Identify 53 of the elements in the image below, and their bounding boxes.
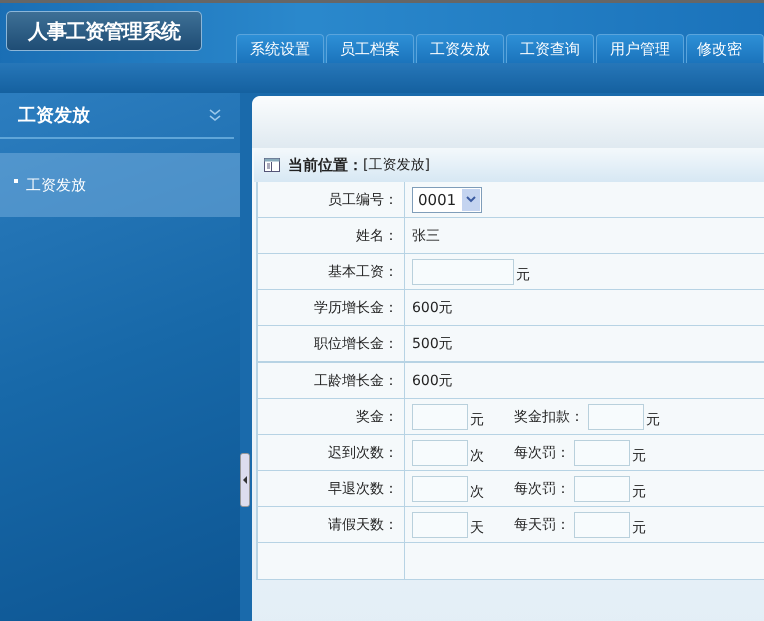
breadcrumb-label: 当前位置： xyxy=(288,156,363,174)
field-label: 每次罚： xyxy=(514,444,570,462)
nav-tab[interactable]: 工资发放 xyxy=(416,34,504,63)
field-value: 张三 xyxy=(412,226,440,244)
field-label: 员工编号： xyxy=(258,182,405,217)
employee-select[interactable]: 0001 xyxy=(412,186,482,212)
input-field[interactable] xyxy=(412,440,468,466)
field-label: 姓名： xyxy=(258,218,405,253)
unit-label: 天 xyxy=(470,518,484,536)
field-label: 每次罚： xyxy=(514,480,570,498)
field-label: 早退次数： xyxy=(258,471,405,506)
collapse-handle[interactable] xyxy=(240,453,250,507)
field-value: 600元 xyxy=(412,298,453,316)
nav-tab[interactable]: 系统设置 xyxy=(236,34,324,63)
nav-tab[interactable]: 用户管理 xyxy=(596,34,684,63)
field-label: 迟到次数： xyxy=(258,435,405,470)
field-label: 工龄增长金： xyxy=(258,363,405,398)
breadcrumb-value: [工资发放] xyxy=(363,156,430,174)
field-label: 学历增长金： xyxy=(258,290,405,325)
unit-label: 元 xyxy=(516,266,530,284)
input-field[interactable] xyxy=(412,258,514,284)
unit-label: 元 xyxy=(470,410,484,428)
field-label: 职位增长金： xyxy=(258,326,405,361)
unit-label: 元 xyxy=(632,482,646,500)
nav-tab[interactable]: 工资查询 xyxy=(506,34,594,63)
field-label: 基本工资： xyxy=(258,254,405,289)
field-label: 奖金： xyxy=(258,399,405,434)
unit-label: 元 xyxy=(646,410,660,428)
sidebar-title: 工资发放 xyxy=(18,104,90,127)
field-label: 请假天数： xyxy=(258,507,405,542)
nav-tab[interactable]: 员工档案 xyxy=(326,34,414,63)
double-chevron-icon[interactable] xyxy=(208,108,222,122)
unit-label: 次 xyxy=(470,446,484,464)
field-label: 每天罚： xyxy=(514,516,570,534)
input-field[interactable] xyxy=(588,404,644,430)
input-field[interactable] xyxy=(574,512,630,538)
unit-label: 元 xyxy=(632,518,646,536)
input-field[interactable] xyxy=(412,404,468,430)
unit-label: 元 xyxy=(632,446,646,464)
field-value: 600元 xyxy=(412,372,453,390)
field-value: 500元 xyxy=(412,334,453,352)
unit-label: 次 xyxy=(470,482,484,500)
nav-tab[interactable]: 修改密 xyxy=(686,34,764,63)
bullet-icon xyxy=(14,179,18,183)
input-field[interactable] xyxy=(412,476,468,502)
window-icon xyxy=(264,158,280,172)
input-field[interactable] xyxy=(574,440,630,466)
input-field[interactable] xyxy=(574,476,630,502)
app-logo: 人事工资管理系统 xyxy=(6,11,202,51)
sidebar-item-label[interactable]: 工资发放 xyxy=(26,176,86,194)
sidebar-item[interactable]: 工资发放 xyxy=(0,153,240,217)
field-label: 奖金扣款： xyxy=(514,408,584,426)
input-field[interactable] xyxy=(412,512,468,538)
